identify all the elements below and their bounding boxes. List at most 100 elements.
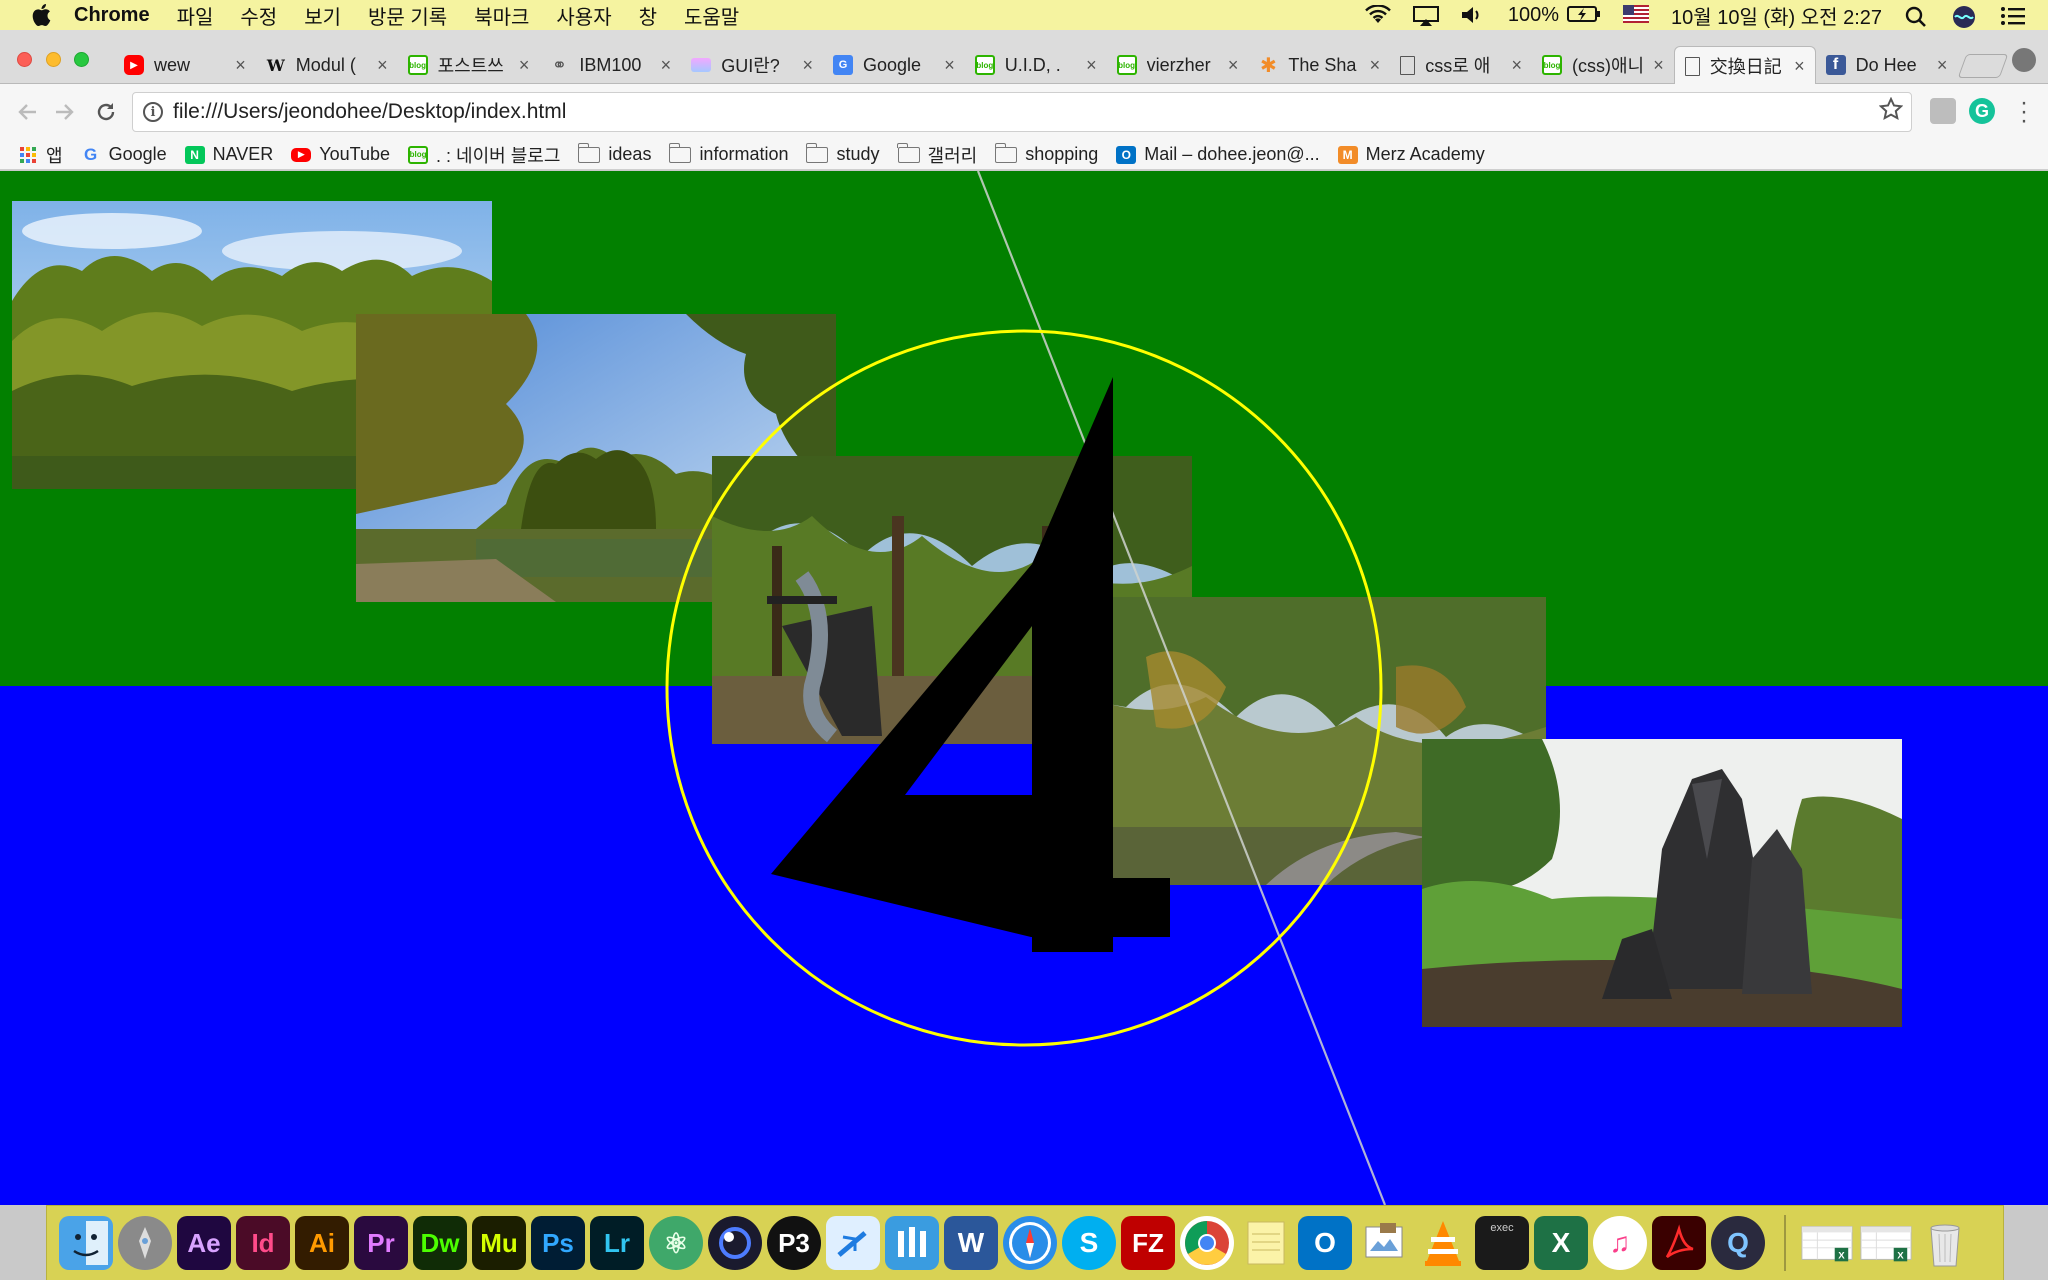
muse-icon[interactable]: Mu [472,1216,526,1270]
bookmark-6[interactable]: information [668,142,788,165]
premiere-icon[interactable]: Pr [354,1216,408,1270]
photoshop-icon[interactable]: Ps [531,1216,585,1270]
volume-icon[interactable] [1460,5,1486,25]
excel-document-icon[interactable]: X [1859,1216,1913,1270]
menu-people[interactable]: 사용자 [556,1,611,30]
tab-close-icon[interactable]: × [1086,55,1097,76]
menu-app-chrome[interactable]: Chrome [74,4,150,27]
tab-0[interactable]: ▶ wew × [114,46,256,84]
menu-window[interactable]: 창 [639,1,657,30]
chrome-icon[interactable] [1180,1216,1234,1270]
wifi-icon[interactable] [1364,4,1391,25]
tab-close-icon[interactable]: × [1228,55,1239,76]
tab-close-icon[interactable]: × [235,55,246,76]
quicktime-icon[interactable]: Q [1711,1216,1765,1270]
clock[interactable]: 10월 10일 (화) 오전 2:27 [1671,1,1882,30]
tab-close-icon[interactable]: × [519,55,530,76]
site-info-icon[interactable]: i [143,102,163,122]
tab-8[interactable]: ✱ The Sha × [1248,46,1390,84]
new-tab-button[interactable] [1957,54,2009,78]
paw-icon[interactable] [826,1216,880,1270]
word-icon[interactable]: W [944,1216,998,1270]
tab-2[interactable]: blog 포스트쓰 × [398,46,540,84]
siri-icon[interactable] [1952,5,1978,28]
menu-view[interactable]: 보기 [304,1,341,30]
acrobat-icon[interactable] [1652,1216,1706,1270]
menu-history[interactable]: 방문 기록 [368,1,447,30]
atom-icon[interactable]: ⚛ [649,1216,703,1270]
window-minimize-button[interactable] [46,52,61,67]
window-close-button[interactable] [17,52,32,67]
filezilla-icon[interactable]: FZ [1121,1216,1175,1270]
tab-12[interactable]: f Do Hee × [1816,46,1958,84]
after-effects-icon[interactable]: Ae [177,1216,231,1270]
bookmark-star-icon[interactable] [1878,96,1904,128]
tab-7[interactable]: blog vierzher × [1107,46,1249,84]
finder-icon[interactable] [59,1216,113,1270]
reload-button[interactable] [92,98,120,126]
bookmark-3[interactable]: ▶ YouTube [291,144,390,165]
bookmark-4[interactable]: blog . : 네이버 블로그 [408,142,560,168]
vlc-icon[interactable] [1416,1216,1470,1270]
url-input[interactable] [173,100,1773,124]
us-flag-icon[interactable] [1623,5,1650,25]
tab-close-icon[interactable]: × [944,55,955,76]
bookmark-0[interactable]: 앱 [18,142,63,168]
tab-4[interactable]: GUI란? × [681,46,823,84]
tab-9[interactable]: css로 애 × [1390,46,1532,84]
tab-close-icon[interactable]: × [802,55,813,76]
dreamweaver-icon[interactable]: Dw [413,1216,467,1270]
notes-icon[interactable] [1239,1216,1293,1270]
illustrator-icon[interactable]: Ai [295,1216,349,1270]
menu-help[interactable]: 도움말 [684,1,739,30]
lightroom-icon[interactable]: Lr [590,1216,644,1270]
tab-close-icon[interactable]: × [1370,55,1381,76]
airplay-icon[interactable] [1412,5,1439,26]
skype-icon[interactable]: S [1062,1216,1116,1270]
forward-button[interactable] [50,98,78,126]
trash-icon[interactable] [1918,1216,1972,1270]
bookmark-1[interactable]: G Google [81,144,167,165]
columns-icon[interactable] [885,1216,939,1270]
bookmark-11[interactable]: M Merz Academy [1337,144,1485,165]
cinema4d-icon[interactable] [708,1216,762,1270]
menu-edit[interactable]: 수정 [240,1,277,30]
extension-icon[interactable] [1930,98,1956,124]
tab-1[interactable]: W Modul (× [256,46,398,84]
back-button[interactable] [14,98,42,126]
tab-3[interactable]: ⚭ IBM100 × [539,46,681,84]
bookmark-5[interactable]: ideas [577,142,651,165]
processing-icon[interactable]: P3 [767,1216,821,1270]
tab-close-icon[interactable]: × [661,55,672,76]
spotlight-search-icon[interactable] [1904,5,1930,27]
tab-5[interactable]: G Google × [823,46,965,84]
grammarly-icon[interactable]: G [1969,98,1995,124]
battery-icon[interactable] [1567,5,1601,25]
tab-10[interactable]: blog (css)애니 × [1532,46,1674,84]
address-bar[interactable]: i [132,92,1912,132]
tab-6[interactable]: blog U.I.D, . × [965,46,1107,84]
tab-11[interactable]: 交換日記 × [1673,46,1816,85]
profile-avatar-icon[interactable] [2012,48,2036,72]
notification-center-icon[interactable] [2000,5,2026,25]
tab-close-icon[interactable]: × [1511,55,1522,76]
bookmark-7[interactable]: study [805,142,880,165]
excel-document-icon[interactable]: X [1800,1216,1854,1270]
terminal-icon[interactable]: exec [1475,1216,1529,1270]
window-zoom-button[interactable] [74,52,89,67]
indesign-icon[interactable]: Id [236,1216,290,1270]
bookmark-8[interactable]: 갤러리 [897,142,977,168]
tab-close-icon[interactable]: × [377,55,388,76]
bookmark-9[interactable]: shopping [994,142,1098,165]
safari-icon[interactable] [1003,1216,1057,1270]
preview-icon[interactable] [1357,1216,1411,1270]
outlook-icon[interactable]: O [1298,1216,1352,1270]
chrome-menu-icon[interactable]: · · · [2014,91,2034,133]
tab-close-icon[interactable]: × [1794,56,1805,77]
itunes-icon[interactable]: ♫ [1593,1216,1647,1270]
tab-close-icon[interactable]: × [1653,55,1664,76]
tab-close-icon[interactable]: × [1937,55,1948,76]
menu-bookmarks[interactable]: 북마크 [474,1,529,30]
bookmark-10[interactable]: O Mail – dohee.jeon@... [1116,144,1320,165]
menu-file[interactable]: 파일 [177,1,214,30]
